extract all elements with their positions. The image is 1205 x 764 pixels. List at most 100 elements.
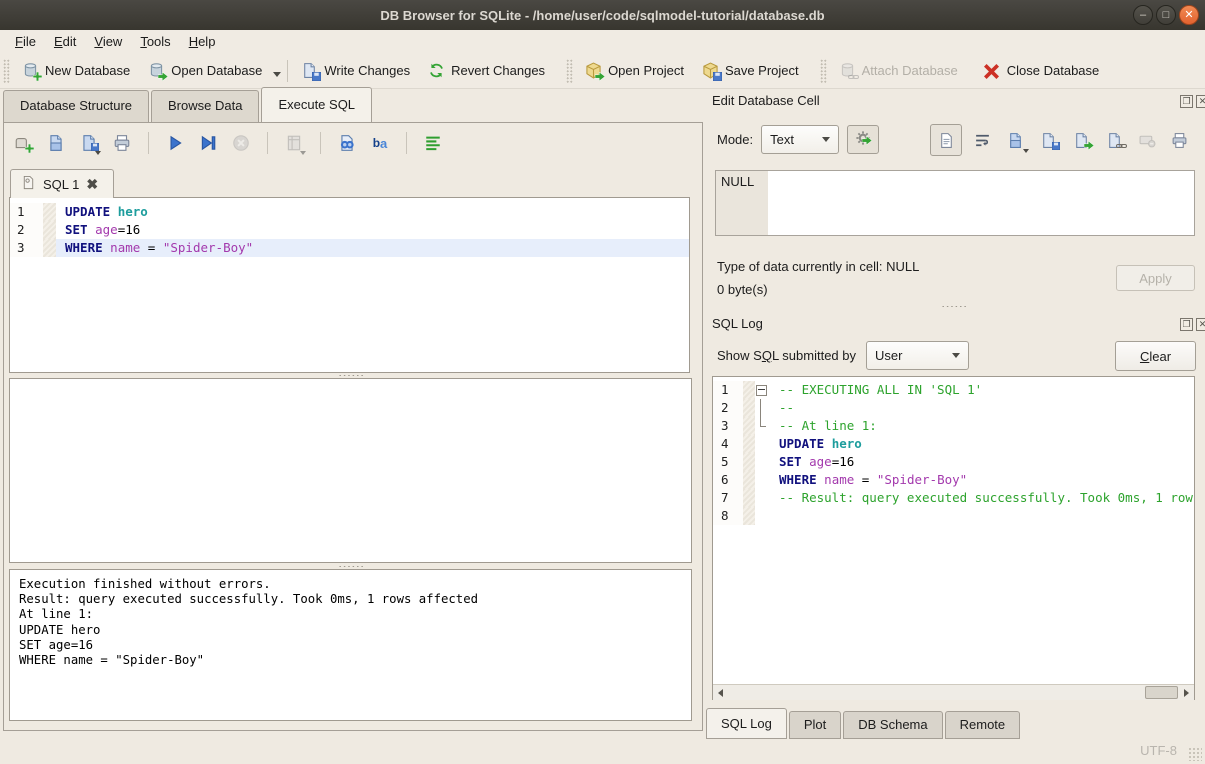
stop-icon	[230, 132, 252, 154]
tab-database-structure[interactable]: Database Structure	[3, 90, 149, 122]
log-filter-label: Show SQL submitted by	[717, 348, 856, 363]
find-replace-icon[interactable]	[336, 132, 358, 154]
save-project-icon	[702, 62, 719, 79]
code-line: 3-- At line 1:	[713, 417, 1194, 435]
sql-toolbar: ba	[12, 132, 444, 154]
cell-value-editor[interactable]: NULL	[715, 170, 1195, 236]
sql-log-view[interactable]: 1-- EXECUTING ALL IN 'SQL 1'2--3-- At li…	[712, 376, 1195, 700]
edit-cell-dock-title: Edit Database Cell	[712, 93, 820, 108]
code-line: 1-- EXECUTING ALL IN 'SQL 1'	[713, 381, 1194, 399]
save-results-icon	[283, 132, 305, 154]
scroll-left-icon[interactable]	[713, 685, 728, 700]
maximize-icon[interactable]: □	[1156, 5, 1176, 25]
mode-combobox[interactable]: Text	[761, 125, 839, 154]
code-line: 7-- Result: query executed successfully.…	[713, 489, 1194, 507]
log-horizontal-scrollbar[interactable]	[713, 684, 1194, 700]
status-bar: UTF-8	[0, 735, 1205, 764]
clear-log-button[interactable]: Clear	[1115, 341, 1196, 371]
print-sql-icon[interactable]	[111, 132, 133, 154]
cell-size-info: 0 byte(s)	[717, 282, 768, 297]
code-line: 2SET age=16	[10, 221, 689, 239]
close-database-icon	[984, 62, 1001, 79]
open-project-button[interactable]: Open Project	[576, 57, 693, 84]
sql-file-tab[interactable]: SQL 1 ✖	[10, 169, 114, 198]
fold-margin	[755, 471, 770, 489]
sql-log-dock-title: SQL Log	[712, 316, 763, 331]
scrollbar-thumb[interactable]	[1145, 686, 1178, 699]
code-line: 3WHERE name = "Spider-Boy"	[10, 239, 689, 257]
toolbar-grip[interactable]	[566, 59, 573, 83]
toolbar-separator	[148, 132, 149, 154]
results-grid-pane[interactable]	[9, 378, 692, 563]
fold-marker-icon[interactable]	[755, 381, 770, 399]
toolbar-grip[interactable]	[820, 59, 827, 83]
menu-tools[interactable]: Tools	[131, 31, 179, 52]
execute-all-icon[interactable]	[164, 132, 186, 154]
close-dock-icon[interactable]: ✕	[1196, 95, 1205, 108]
scroll-right-icon[interactable]	[1179, 685, 1194, 700]
set-null-icon	[1135, 128, 1159, 152]
app-window: DB Browser for SQLite - /home/user/code/…	[0, 0, 1205, 764]
word-wrap-icon[interactable]	[971, 128, 995, 152]
code-line: 8	[713, 507, 1194, 525]
link-data-icon[interactable]	[1102, 128, 1126, 152]
window-controls: – □ ✕	[1133, 5, 1199, 25]
splitter-handle[interactable]	[712, 304, 1195, 309]
fold-margin	[755, 489, 770, 507]
save-data-icon[interactable]	[1037, 128, 1061, 152]
close-icon[interactable]: ✕	[1179, 5, 1199, 25]
titlebar: DB Browser for SQLite - /home/user/code/…	[0, 0, 1205, 31]
import-data-icon[interactable]	[1004, 128, 1028, 152]
cell-type-info: Type of data currently in cell: NULL	[717, 259, 919, 274]
save-sql-file-icon[interactable]	[78, 132, 100, 154]
float-dock-icon[interactable]: ❐	[1180, 318, 1193, 331]
close-sql-tab-icon[interactable]: ✖	[86, 178, 98, 190]
apply-button: Apply	[1116, 265, 1195, 291]
toolbar-grip[interactable]	[3, 59, 10, 83]
sql-file-icon	[21, 175, 36, 193]
open-database-button[interactable]: Open Database	[139, 57, 271, 84]
menu-view[interactable]: View	[85, 31, 131, 52]
menubar: File Edit View Tools Help	[0, 30, 1205, 53]
code-line: 1UPDATE hero	[10, 203, 689, 221]
toolbar-separator	[320, 132, 321, 154]
resize-grip[interactable]	[1188, 747, 1202, 761]
menu-file[interactable]: File	[6, 31, 45, 52]
execution-results-pane[interactable]: Execution finished without errors. Resul…	[9, 569, 692, 721]
auto-switch-mode-button[interactable]	[847, 125, 879, 154]
sql-file-tab-label: SQL 1	[43, 177, 79, 192]
toolbar-separator	[406, 132, 407, 154]
menu-help[interactable]: Help	[180, 31, 225, 52]
close-dock-icon[interactable]: ✕	[1196, 318, 1205, 331]
close-database-button[interactable]: Close Database	[975, 57, 1109, 84]
revert-changes-button[interactable]: Revert Changes	[419, 57, 554, 84]
text-mode-icon[interactable]	[930, 124, 962, 156]
window-title: DB Browser for SQLite - /home/user/code/…	[380, 8, 824, 23]
fold-margin	[755, 435, 770, 453]
export-data-icon[interactable]	[1069, 128, 1093, 152]
new-database-button[interactable]: New Database	[13, 57, 139, 84]
sql-editor[interactable]: 1UPDATE hero2SET age=163WHERE name = "Sp…	[9, 197, 690, 373]
float-dock-icon[interactable]: ❐	[1180, 95, 1193, 108]
tab-execute-sql[interactable]: Execute SQL	[261, 87, 372, 122]
main-tab-bar: Database Structure Browse Data Execute S…	[3, 89, 374, 122]
print-cell-icon[interactable]	[1168, 128, 1192, 152]
fold-marker-icon	[755, 417, 770, 435]
format-sql-icon[interactable]	[422, 132, 444, 154]
sql-log-dock-buttons: ❐ ✕	[1180, 318, 1205, 331]
open-database-dropdown-icon[interactable]	[273, 72, 281, 77]
execution-results-text: Execution finished without errors. Resul…	[10, 570, 691, 675]
execute-current-line-icon[interactable]	[197, 132, 219, 154]
open-sql-file-icon[interactable]	[45, 132, 67, 154]
auto-complete-icon[interactable]: ba	[369, 132, 391, 154]
cell-null-value: NULL	[716, 171, 768, 235]
new-sql-tab-icon[interactable]	[12, 132, 34, 154]
tab-browse-data[interactable]: Browse Data	[151, 90, 259, 122]
minimize-icon[interactable]: –	[1133, 5, 1153, 25]
write-changes-icon	[301, 62, 318, 79]
log-filter-combobox[interactable]: User	[866, 341, 969, 370]
write-changes-button[interactable]: Write Changes	[292, 57, 419, 84]
menu-edit[interactable]: Edit	[45, 31, 85, 52]
save-project-button[interactable]: Save Project	[693, 57, 808, 84]
mode-label: Mode:	[717, 132, 753, 147]
